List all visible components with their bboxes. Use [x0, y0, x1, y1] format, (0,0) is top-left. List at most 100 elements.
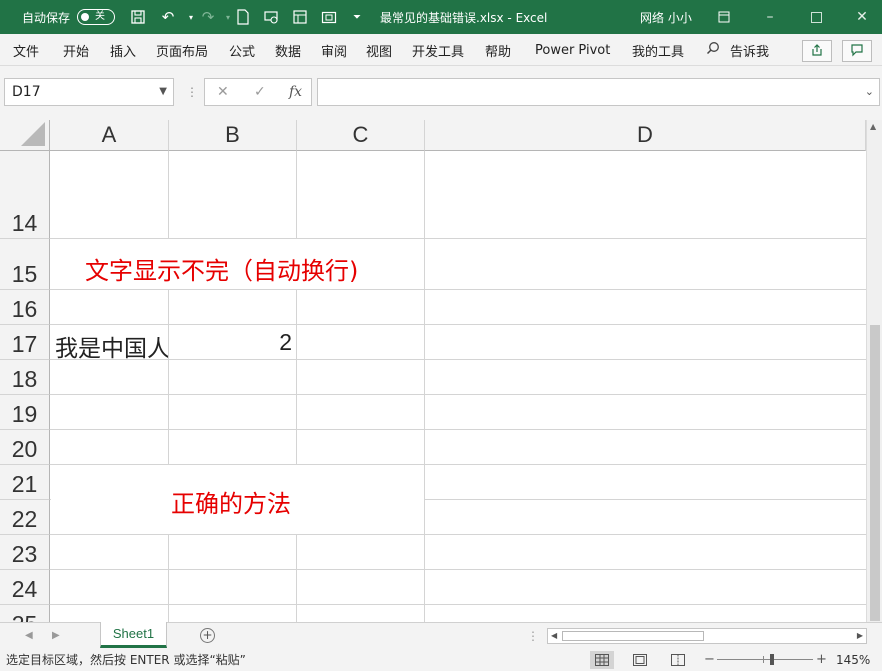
- next-sheet-icon[interactable]: ▶: [52, 623, 60, 649]
- row-header-19[interactable]: 19: [0, 395, 50, 430]
- column-header-d[interactable]: D: [425, 120, 866, 151]
- title-bar: 自动保存 关 ↶ ▾ ↷ ▾ ⏷ 最常见的基础错误.xlsx - Excel 网…: [0, 0, 882, 34]
- document-title: 最常见的基础错误.xlsx - Excel: [380, 10, 548, 25]
- scroll-left-icon[interactable]: ◀: [551, 629, 557, 643]
- expand-formula-icon[interactable]: ⌄: [865, 79, 874, 105]
- zoom-out-icon[interactable]: −: [704, 649, 715, 671]
- gridline: [50, 429, 866, 430]
- print-preview-icon[interactable]: [258, 0, 284, 34]
- scroll-thumb[interactable]: [870, 325, 880, 621]
- scroll-right-icon[interactable]: ▶: [857, 629, 863, 643]
- close-icon[interactable]: ✕: [842, 0, 882, 34]
- page-break-view-icon[interactable]: [666, 651, 690, 669]
- autosave-state: 关: [95, 11, 105, 22]
- splitter-handle-icon[interactable]: ⋮: [527, 629, 539, 643]
- row-header-24[interactable]: 24: [0, 570, 50, 605]
- gridline: [50, 534, 866, 535]
- customize-qat-icon[interactable]: ⏷: [344, 0, 370, 34]
- tab-file[interactable]: 文件: [13, 34, 39, 66]
- gridline: [50, 394, 866, 395]
- row-header-25[interactable]: 25: [0, 605, 50, 622]
- horizontal-scroll-thumb[interactable]: [562, 631, 704, 641]
- search-icon: [706, 41, 720, 59]
- zoom-level[interactable]: 145%: [836, 649, 870, 671]
- worksheet-grid[interactable]: A B C D 14 15 16 17 18 19 20 21 22 23 24…: [0, 120, 866, 622]
- row-header-18[interactable]: 18: [0, 360, 50, 395]
- autosave-toggle[interactable]: 关: [77, 9, 115, 25]
- scroll-up-icon[interactable]: ▲: [870, 122, 876, 131]
- minimize-icon[interactable]: –: [750, 0, 790, 34]
- tab-help[interactable]: 帮助: [485, 34, 511, 66]
- add-sheet-icon[interactable]: +: [200, 628, 215, 643]
- gridline: [50, 289, 866, 290]
- comments-button[interactable]: [842, 40, 872, 62]
- vertical-scrollbar[interactable]: ▲: [866, 120, 882, 622]
- normal-view-icon[interactable]: [590, 651, 614, 669]
- tab-review[interactable]: 审阅: [321, 34, 347, 66]
- page-layout-view-icon[interactable]: [628, 651, 652, 669]
- formula-buttons: ✕ ✓ fx: [204, 78, 312, 106]
- horizontal-scrollbar[interactable]: ◀ ▶: [547, 628, 867, 644]
- save-icon[interactable]: [125, 0, 151, 34]
- name-box[interactable]: D17 ▼: [4, 78, 174, 106]
- autosave-label: 自动保存: [22, 10, 71, 25]
- gridline: [296, 151, 297, 622]
- tab-power-pivot[interactable]: Power Pivot: [535, 34, 610, 66]
- tab-formulas[interactable]: 公式: [229, 34, 255, 66]
- ribbon-display-icon[interactable]: [704, 0, 744, 34]
- tab-home[interactable]: 开始: [63, 34, 89, 66]
- row-header-23[interactable]: 23: [0, 535, 50, 570]
- row-header-20[interactable]: 20: [0, 430, 50, 465]
- camera-icon[interactable]: [316, 0, 342, 34]
- tab-data[interactable]: 数据: [275, 34, 301, 66]
- row-header-15[interactable]: 15: [0, 239, 50, 290]
- zoom-slider[interactable]: [717, 659, 813, 660]
- column-header-a[interactable]: A: [50, 120, 169, 151]
- wrap-text-note: 文字显示不完（自动换行): [85, 257, 359, 285]
- tab-insert[interactable]: 插入: [110, 34, 136, 66]
- status-message: 选定目标区域，然后按 ENTER 或选择“粘贴”: [6, 653, 246, 667]
- name-box-value: D17: [12, 84, 41, 100]
- tab-view[interactable]: 视图: [366, 34, 392, 66]
- sheet-tab-bar: ◀ ▶ Sheet1 + ⋮ ◀ ▶: [0, 622, 882, 649]
- tell-me-label: 告诉我: [730, 44, 770, 60]
- user-name[interactable]: 网络 小小: [640, 0, 692, 34]
- row-header-16[interactable]: 16: [0, 290, 50, 325]
- prev-sheet-icon[interactable]: ◀: [25, 623, 33, 649]
- tab-my-tools[interactable]: 我的工具: [632, 34, 684, 66]
- gridline: [50, 569, 866, 570]
- formula-input[interactable]: ⌄: [317, 78, 880, 106]
- cell-a17[interactable]: 我是中国人: [55, 329, 168, 363]
- column-header-b[interactable]: B: [169, 120, 297, 151]
- row-header-17[interactable]: 17: [0, 325, 50, 360]
- select-all-button[interactable]: [0, 120, 50, 151]
- row-header-22[interactable]: 22: [0, 500, 50, 535]
- row-header-21[interactable]: 21: [0, 465, 50, 500]
- insert-function-icon[interactable]: fx: [289, 79, 302, 105]
- cancel-icon[interactable]: ✕: [217, 79, 229, 105]
- zoom-slider-knob[interactable]: [770, 654, 775, 665]
- gridline: [50, 359, 866, 360]
- enter-icon[interactable]: ✓: [254, 79, 266, 105]
- tab-developer[interactable]: 开发工具: [412, 34, 464, 66]
- gridline: [168, 151, 169, 622]
- new-file-icon[interactable]: [230, 0, 256, 34]
- drag-handle-icon[interactable]: ⋮: [186, 78, 198, 106]
- row-header-14[interactable]: 14: [0, 151, 50, 239]
- column-header-c[interactable]: C: [297, 120, 425, 151]
- tab-page-layout[interactable]: 页面布局: [156, 34, 208, 66]
- status-bar: 选定目标区域，然后按 ENTER 或选择“粘贴” − + 145%: [0, 649, 882, 671]
- cell-b17[interactable]: 2: [169, 329, 292, 356]
- gridline: [50, 604, 866, 605]
- maximize-icon[interactable]: [796, 0, 836, 34]
- gridline: [424, 151, 425, 622]
- zoom-in-icon[interactable]: +: [816, 649, 827, 671]
- form-icon[interactable]: [287, 0, 313, 34]
- ribbon-tab-bar: 文件 开始 插入 页面布局 公式 数据 审阅 视图 开发工具 帮助 Power …: [0, 34, 882, 66]
- tell-me-search[interactable]: 告诉我: [706, 34, 769, 66]
- sheet-tab-sheet1[interactable]: Sheet1: [100, 622, 167, 648]
- chevron-down-icon[interactable]: ▼: [159, 79, 167, 105]
- share-button[interactable]: [802, 40, 832, 62]
- gridline: [50, 324, 866, 325]
- share-icon: [810, 43, 824, 60]
